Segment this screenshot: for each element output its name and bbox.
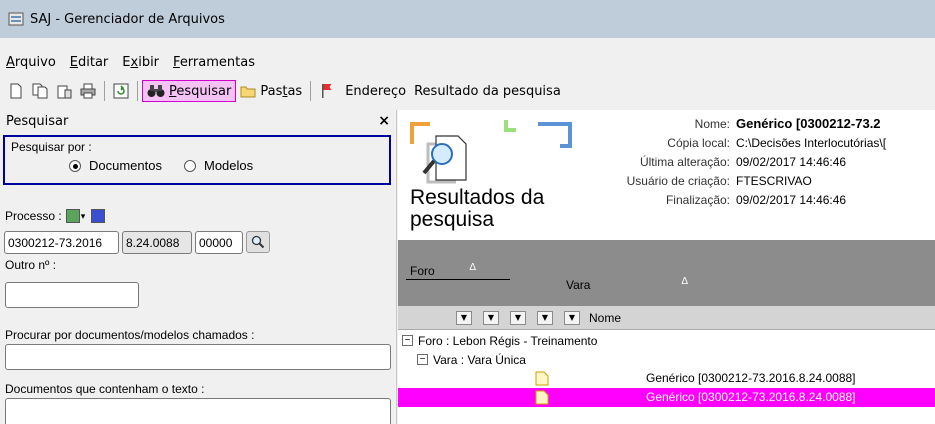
binoculars-icon: [147, 85, 165, 97]
meta-local-copy-value: C:\Decisões Interlocutórias\[: [736, 135, 887, 150]
meta-name-label: Nome:: [694, 116, 730, 131]
results-panel: Resultados da pesquisa Nome: Genérico [03…: [398, 110, 935, 424]
address-label: Endereço: [345, 83, 407, 99]
meta-name-value: Genérico [0300212-73.2: [736, 116, 881, 131]
results-header: Resultados da pesquisa Nome: Genérico [03…: [398, 110, 935, 238]
chevron-down-icon[interactable]: ▾: [81, 211, 86, 222]
tree-group-foro[interactable]: − Foro : Lebon Régis - Treinamento: [398, 331, 935, 350]
column-filter-button[interactable]: ▼: [456, 310, 472, 325]
column-name-header[interactable]: Nome: [589, 311, 621, 325]
collapse-icon[interactable]: −: [417, 354, 428, 365]
process-court-field[interactable]: 8.24.0088: [122, 231, 192, 254]
toolbar-separator: [137, 81, 138, 101]
sort-indicator-icon: Δ: [681, 276, 688, 287]
menu-ferramentas[interactable]: Ferramentas: [173, 55, 255, 70]
search-panel-title: Pesquisar: [6, 113, 69, 129]
flag-icon: [318, 82, 336, 100]
document-row[interactable]: Genérico [0300212-73.2016.8.24.0088]: [398, 369, 935, 388]
menu-arquivo[interactable]: Arquivo: [6, 55, 56, 70]
results-title: Resultados da pesquisa: [410, 186, 545, 231]
document-icon: [535, 371, 549, 386]
toolbar-separator: [310, 81, 312, 101]
group-by-area: Foro Δ Vara Δ: [398, 240, 935, 306]
search-by-group: Pesquisar por : Documentos Modelos: [3, 135, 391, 185]
column-filter-button[interactable]: ▼: [537, 310, 553, 325]
named-docs-label: Procurar por documentos/modelos chamados…: [5, 328, 255, 342]
named-docs-input[interactable]: [5, 344, 391, 370]
new-document-icon[interactable]: [7, 82, 25, 100]
process-suffix-field[interactable]: 00000: [195, 231, 243, 254]
folder-icon: [240, 86, 256, 98]
tree-group-label: Foro : Lebon Régis - Treinamento: [418, 333, 598, 348]
process-label: Processo :: [5, 209, 62, 223]
search-button[interactable]: Pesquisar: [142, 80, 237, 102]
group-by-foro[interactable]: Foro Δ: [406, 262, 510, 280]
process-type-icon[interactable]: [65, 209, 80, 223]
search-results-icon: [410, 120, 572, 184]
search-button-label: Pesquisar: [169, 83, 232, 99]
document-metadata: Nome: Genérico [0300212-73.2 Cópia local:…: [596, 114, 886, 209]
radio-dot-checked: [69, 159, 81, 172]
other-number-input[interactable]: [5, 282, 139, 308]
meta-finalization-value: 09/02/2017 14:46:46: [736, 192, 847, 207]
containing-text-label: Documentos que contenham o texto :: [5, 382, 205, 396]
document-icon: [535, 390, 549, 405]
document-name: Genérico [0300212-73.2016.8.24.0088]: [646, 390, 856, 404]
color-picker-icon[interactable]: [91, 209, 106, 223]
column-header: ▼ ▼ ▼ ▼ ▼ Nome: [398, 306, 935, 330]
group-by-vara[interactable]: Vara Δ: [562, 276, 712, 294]
menu-editar[interactable]: Editar: [70, 55, 109, 70]
folders-button[interactable]: Pastas: [236, 80, 306, 102]
meta-local-copy-label: Cópia local:: [667, 135, 730, 150]
menu-exibir[interactable]: Exibir: [122, 55, 159, 70]
collapse-icon[interactable]: −: [402, 335, 413, 346]
menu-bar: Arquivo Editar Exibir Ferramentas: [0, 52, 269, 72]
results-tree: − Foro : Lebon Régis - Treinamento − Var…: [398, 331, 935, 407]
copy-document-icon[interactable]: [31, 82, 49, 100]
search-by-label: Pesquisar por :: [11, 140, 92, 154]
sort-indicator-icon: Δ: [469, 262, 476, 273]
radio-models[interactable]: Modelos: [183, 158, 253, 173]
column-filter-button[interactable]: ▼: [564, 310, 580, 325]
tree-group-vara[interactable]: − Vara : Vara Única: [398, 350, 935, 369]
radio-documents[interactable]: Documentos: [69, 158, 162, 173]
print-icon[interactable]: [79, 82, 97, 100]
containing-text-input[interactable]: [5, 398, 391, 424]
document-row-selected[interactable]: Genérico [0300212-73.2016.8.24.0088]: [398, 388, 935, 407]
radio-dot-unchecked: [183, 159, 196, 172]
toolbar-separator: [104, 81, 105, 101]
title-bar: SAJ - Gerenciador de Arquivos: [0, 0, 935, 38]
toolbar: Pesquisar Pastas Endereço Resultado da p…: [0, 78, 935, 104]
meta-last-change-label: Última alteração:: [639, 154, 730, 169]
meta-finalization-label: Finalização:: [665, 192, 730, 207]
folders-button-label: Pastas: [260, 83, 303, 99]
meta-creator-value: FTESCRIVAO: [736, 173, 812, 188]
process-label-row: Processo : ▾: [5, 209, 106, 223]
process-number-field[interactable]: 0300212-73.2016: [4, 231, 119, 254]
document-name: Genérico [0300212-73.2016.8.24.0088]: [646, 371, 856, 385]
magnifier-icon: [251, 235, 265, 249]
other-number-label: Outro nº :: [5, 258, 57, 272]
app-icon: [8, 12, 24, 26]
search-panel: Pesquisar × Pesquisar por : Documentos M…: [0, 110, 397, 424]
paste-document-icon[interactable]: [55, 82, 73, 100]
process-number-row: 0300212-73.2016 8.24.0088 00000: [4, 231, 270, 254]
tree-group-label: Vara : Vara Única: [433, 352, 526, 367]
search-panel-header: Pesquisar ×: [0, 110, 396, 132]
address-value[interactable]: Resultado da pesquisa: [414, 84, 561, 99]
close-icon[interactable]: ×: [378, 113, 390, 129]
column-filter-button[interactable]: ▼: [483, 310, 499, 325]
refresh-icon[interactable]: [112, 82, 130, 100]
meta-creator-label: Usuário de criação:: [626, 173, 730, 188]
meta-last-change-value: 09/02/2017 14:46:46: [736, 154, 847, 169]
window-title: SAJ - Gerenciador de Arquivos: [30, 11, 225, 27]
column-filter-button[interactable]: ▼: [510, 310, 526, 325]
process-search-button[interactable]: [246, 231, 270, 253]
